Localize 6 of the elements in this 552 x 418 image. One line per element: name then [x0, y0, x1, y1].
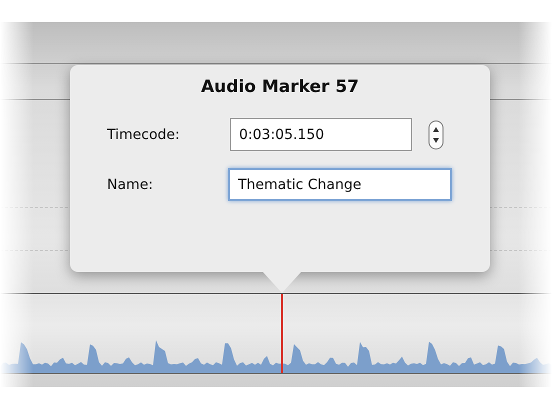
field-label: Timecode: [107, 126, 181, 142]
stepper-icon[interactable] [428, 120, 444, 150]
popover-title: Audio Marker 57 [201, 77, 359, 97]
timecode-field[interactable]: 0:03:05.150 [230, 118, 412, 151]
field-label: Name: [107, 176, 154, 192]
name-field[interactable]: Thematic Change [228, 168, 452, 201]
